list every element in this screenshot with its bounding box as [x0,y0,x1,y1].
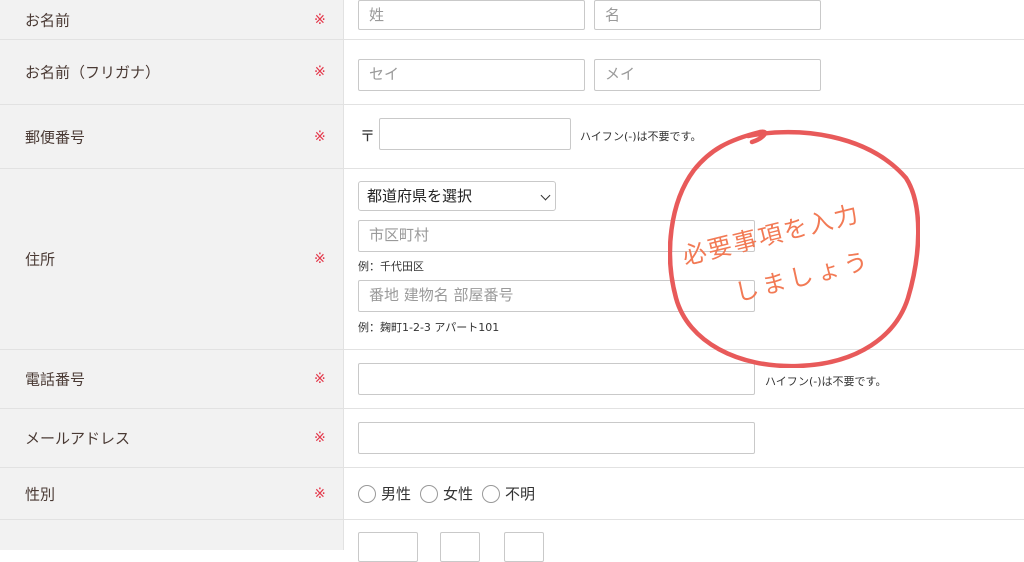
partial-input-c[interactable] [504,532,544,562]
radio-button[interactable] [420,484,439,503]
field-label-email: メールアドレス [25,429,131,448]
required-mark: ※ [314,64,326,80]
last-name-input[interactable]: 姓 [358,0,585,30]
postal-code-input[interactable] [379,118,571,150]
partial-input-a[interactable] [358,532,418,562]
required-mark: ※ [314,251,326,267]
label-cell: 住所 ※ [0,169,344,349]
field-cell [344,520,1024,562]
last-name-kana-input[interactable]: セイ [358,59,585,91]
row-kana: お名前（フリガナ） ※ セイ メイ [0,40,1024,105]
field-label-kana: お名前（フリガナ） [25,63,161,82]
annotation-callout: 必要事項を入力 しましょう [668,128,920,368]
gender-option-unknown[interactable]: 不明 [482,483,535,504]
radio-button[interactable] [358,484,376,503]
field-cell: 姓 名 [344,0,1024,39]
chevron-down-icon [540,190,551,201]
row-partial [0,520,1024,562]
city-example: 例：千代田区 [358,260,424,273]
row-email: メールアドレス ※ [0,409,1024,468]
field-label-postal: 郵便番号 [25,128,86,146]
field-label-gender: 性別 [25,485,56,503]
prefecture-select[interactable]: 都道府県を選択 [358,181,556,211]
label-cell: 電話番号 ※ [0,350,344,408]
gender-option-female[interactable]: 女性 [420,483,473,504]
label-cell: お名前 ※ [0,0,344,39]
postal-mark-icon: 〒 [360,127,376,145]
field-label-address: 住所 [25,250,56,269]
gender-radio-group: 男性 女性 不明 [358,483,540,504]
required-mark: ※ [314,11,326,28]
gender-option-label: 不明 [505,485,536,503]
partial-input-b[interactable] [440,532,480,562]
field-cell: セイ メイ [344,40,1024,104]
label-cell [0,520,344,550]
label-cell: お名前（フリガナ） ※ [0,40,344,104]
gender-option-label: 男性 [381,485,412,503]
field-label-name: お名前 [25,11,71,29]
row-gender: 性別 ※ 男性 女性 不明 [0,468,1024,520]
gender-option-male[interactable]: 男性 [358,483,411,504]
required-mark: ※ [314,485,326,502]
first-name-input[interactable]: 名 [594,0,821,30]
required-mark: ※ [314,371,326,387]
required-mark: ※ [314,430,326,446]
required-mark: ※ [314,128,326,145]
street-example: 例：麹町1-2-3 アパート101 [358,321,500,334]
phone-hint: ハイフン(-)は不要です。 [765,375,887,388]
field-label-phone: 電話番号 [25,370,86,389]
gender-option-label: 女性 [443,485,474,503]
prefecture-select-value: 都道府県を選択 [367,187,473,205]
label-cell: 性別 ※ [0,468,344,519]
radio-button[interactable] [482,484,501,503]
email-input[interactable] [358,422,755,454]
first-name-kana-input[interactable]: メイ [594,59,821,91]
row-name: お名前 ※ 姓 名 [0,0,1024,40]
field-cell [344,409,1024,467]
field-cell: 男性 女性 不明 [344,468,1024,519]
label-cell: 郵便番号 ※ [0,105,344,168]
label-cell: メールアドレス ※ [0,409,344,467]
